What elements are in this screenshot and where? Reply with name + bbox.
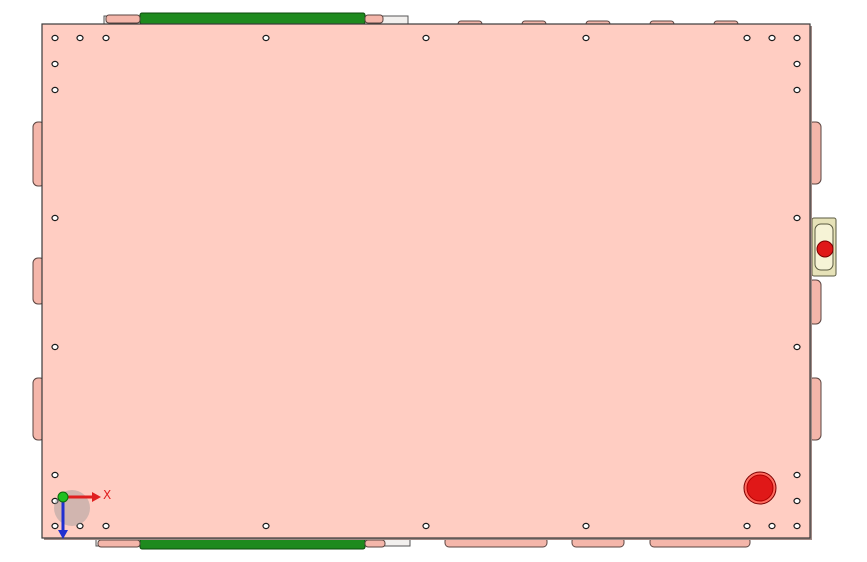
- red-button-cap[interactable]: [746, 474, 774, 502]
- mounting-hole: [793, 214, 801, 222]
- mounting-hole: [768, 34, 776, 42]
- red-push-button[interactable]: [743, 471, 777, 505]
- mounting-hole: [793, 34, 801, 42]
- mounting-hole: [51, 214, 59, 222]
- y-axis-marker: [57, 491, 69, 503]
- connector-lamp: [816, 240, 834, 258]
- mounting-hole: [793, 497, 801, 505]
- mounting-hole: [793, 86, 801, 94]
- mounting-hole: [768, 522, 776, 530]
- bottom-rail-end-clip-right: [364, 539, 386, 548]
- mounting-hole: [743, 34, 751, 42]
- mounting-hole: [793, 343, 801, 351]
- top-rail-end-clip-right: [364, 14, 384, 24]
- mounting-hole: [51, 522, 59, 530]
- mounting-hole: [51, 34, 59, 42]
- mounting-hole: [743, 522, 751, 530]
- right-connector-bracket: [811, 217, 837, 277]
- cad-viewport[interactable]: X: [0, 0, 867, 562]
- mounting-hole: [262, 522, 270, 530]
- mounting-hole: [51, 86, 59, 94]
- mounting-hole: [51, 471, 59, 479]
- top-rail: [139, 12, 366, 25]
- mounting-hole: [793, 60, 801, 68]
- mounting-hole: [793, 471, 801, 479]
- bottom-rail-end-clip-left: [97, 539, 141, 548]
- mounting-hole: [51, 60, 59, 68]
- enclosure-panel[interactable]: [41, 23, 811, 539]
- mounting-hole: [51, 343, 59, 351]
- mounting-hole: [76, 34, 84, 42]
- x-axis-label: X: [103, 488, 111, 502]
- mounting-hole: [582, 34, 590, 42]
- top-rail-assembly: [103, 12, 409, 25]
- mounting-hole: [422, 34, 430, 42]
- mounting-hole: [102, 34, 110, 42]
- bottom-rail: [139, 538, 366, 550]
- mounting-hole: [793, 522, 801, 530]
- mounting-hole: [422, 522, 430, 530]
- top-rail-end-clip-left: [105, 14, 141, 24]
- mounting-hole: [262, 34, 270, 42]
- mounting-hole: [102, 522, 110, 530]
- mounting-hole: [582, 522, 590, 530]
